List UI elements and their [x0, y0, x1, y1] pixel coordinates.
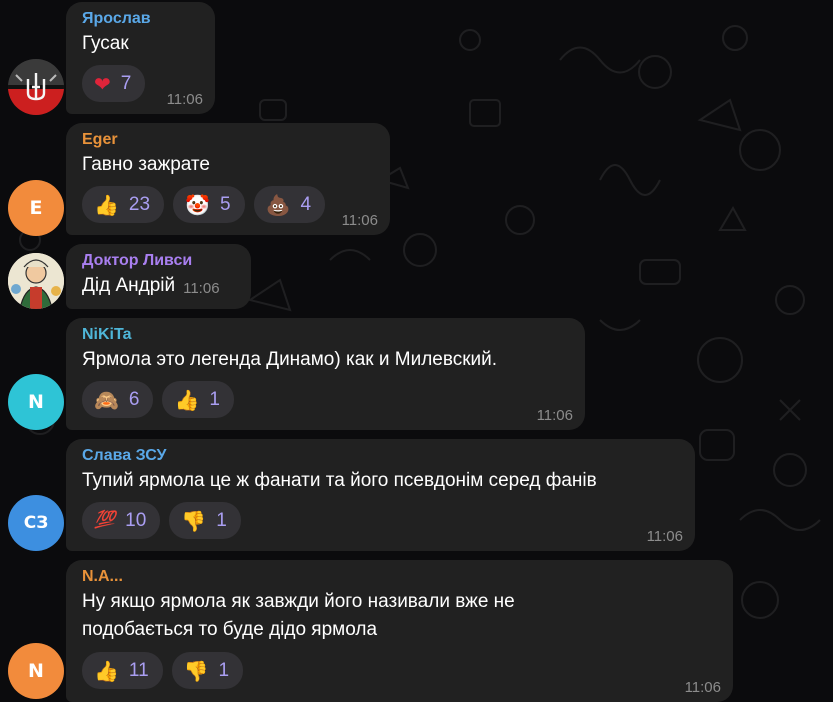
heart-icon: ❤ [94, 71, 111, 96]
avatar[interactable] [8, 59, 64, 115]
avatar[interactable]: N [8, 374, 64, 430]
message-text: Ну якщо ярмола як завжди його називали в… [82, 588, 719, 644]
avatar-initials: N [28, 660, 44, 682]
reaction-chip[interactable]: 💩 4 [253, 186, 326, 223]
message-bubble[interactable]: Слава ЗСУ Тупий ярмола це ж фанати та йо… [66, 439, 695, 551]
message-text-line: Ну якщо ярмола як завжди його називали в… [82, 591, 515, 612]
thumbs-up-icon: 👍 [94, 192, 119, 217]
message-time: 11:06 [536, 407, 573, 424]
sender-name[interactable]: Доктор Ливси [82, 251, 237, 270]
message-text: Гавно зажрате [82, 154, 210, 175]
avatar-initials: N [28, 391, 44, 413]
reaction-count: 1 [209, 388, 220, 410]
message-text-line: подобається то буде дідо ярмола [82, 619, 378, 640]
message-time: 11:06 [646, 528, 683, 545]
message-text-row: Дід Андрій 11:06 [82, 272, 237, 302]
message-time: 11:06 [166, 91, 203, 108]
reaction-count: 11 [128, 659, 149, 681]
message-time: 11:06 [183, 280, 220, 297]
reaction-count: 7 [120, 72, 132, 94]
thumbs-down-icon: 👎 [181, 508, 207, 533]
message-text: Ярмола это легенда Динамо) как и Милевск… [82, 349, 498, 370]
reaction-chip[interactable]: 💯 10 [82, 502, 161, 539]
message-time: 11:06 [684, 679, 721, 696]
thumbs-up-icon: 👍 [94, 658, 119, 683]
sender-name[interactable]: Ярослав [82, 9, 201, 28]
reaction-chip[interactable]: 👎 1 [171, 652, 244, 689]
reaction-chip[interactable]: 👎 1 [169, 502, 241, 539]
see-no-evil-monkey-icon: 🙈 [94, 387, 119, 412]
message-text: Гусак [82, 33, 129, 54]
reaction-count: 10 [125, 509, 147, 531]
message-text: Дід Андрій [82, 275, 176, 296]
reaction-count: 23 [128, 193, 151, 215]
reaction-count: 6 [128, 388, 140, 410]
reaction-count: 1 [218, 659, 230, 681]
sender-name[interactable]: NiKiTa [82, 325, 571, 344]
sender-name[interactable]: Слава ЗСУ [82, 446, 681, 465]
reaction-chip[interactable]: 🙈 6 [82, 381, 154, 418]
trident-flag-icon [8, 59, 64, 115]
hundred-points-icon: 💯 [94, 510, 116, 530]
avatar[interactable] [8, 253, 64, 309]
thumbs-down-icon: 👎 [183, 658, 209, 683]
reaction-chip[interactable]: 👍 23 [82, 186, 165, 223]
poop-icon: 💩 [265, 192, 291, 217]
sender-name[interactable]: N.A... [82, 567, 719, 586]
reaction-chip[interactable]: 👍 1 [162, 381, 234, 418]
message-bubble[interactable]: Доктор Ливси Дід Андрій 11:06 [66, 244, 251, 309]
reaction-chip[interactable]: 🤡 5 [173, 186, 245, 223]
cartoon-portrait-icon [8, 253, 64, 309]
reaction-count: 5 [219, 193, 231, 215]
reaction-count: 4 [300, 193, 312, 215]
avatar-initials: E [29, 197, 43, 219]
clown-face-icon: 🤡 [185, 192, 210, 217]
avatar[interactable]: N [8, 643, 64, 699]
message-bubble[interactable]: Eger Гавно зажрате 👍 23 🤡 5 💩 4 11:06 [66, 123, 390, 235]
reaction-chip[interactable]: ❤ 7 [82, 65, 146, 102]
reaction-chip[interactable]: 👍 11 [82, 652, 163, 689]
message-bubble[interactable]: NiKiTa Ярмола это легенда Динамо) как и … [66, 318, 585, 430]
avatar[interactable]: E [8, 180, 64, 236]
reaction-count: 1 [216, 509, 227, 531]
message-text: Тупий ярмола це ж фанати та його псевдон… [82, 470, 597, 491]
message-bubble[interactable]: Ярослав Гусак ❤ 7 11:06 [66, 2, 215, 114]
avatar[interactable]: СЗ [8, 495, 64, 551]
avatar-initials: СЗ [23, 513, 49, 533]
thumbs-up-icon: 👍 [174, 387, 200, 412]
message-bubble[interactable]: N.A... Ну якщо ярмола як завжди його наз… [66, 560, 733, 702]
message-time: 11:06 [341, 212, 378, 229]
sender-name[interactable]: Eger [82, 130, 376, 149]
